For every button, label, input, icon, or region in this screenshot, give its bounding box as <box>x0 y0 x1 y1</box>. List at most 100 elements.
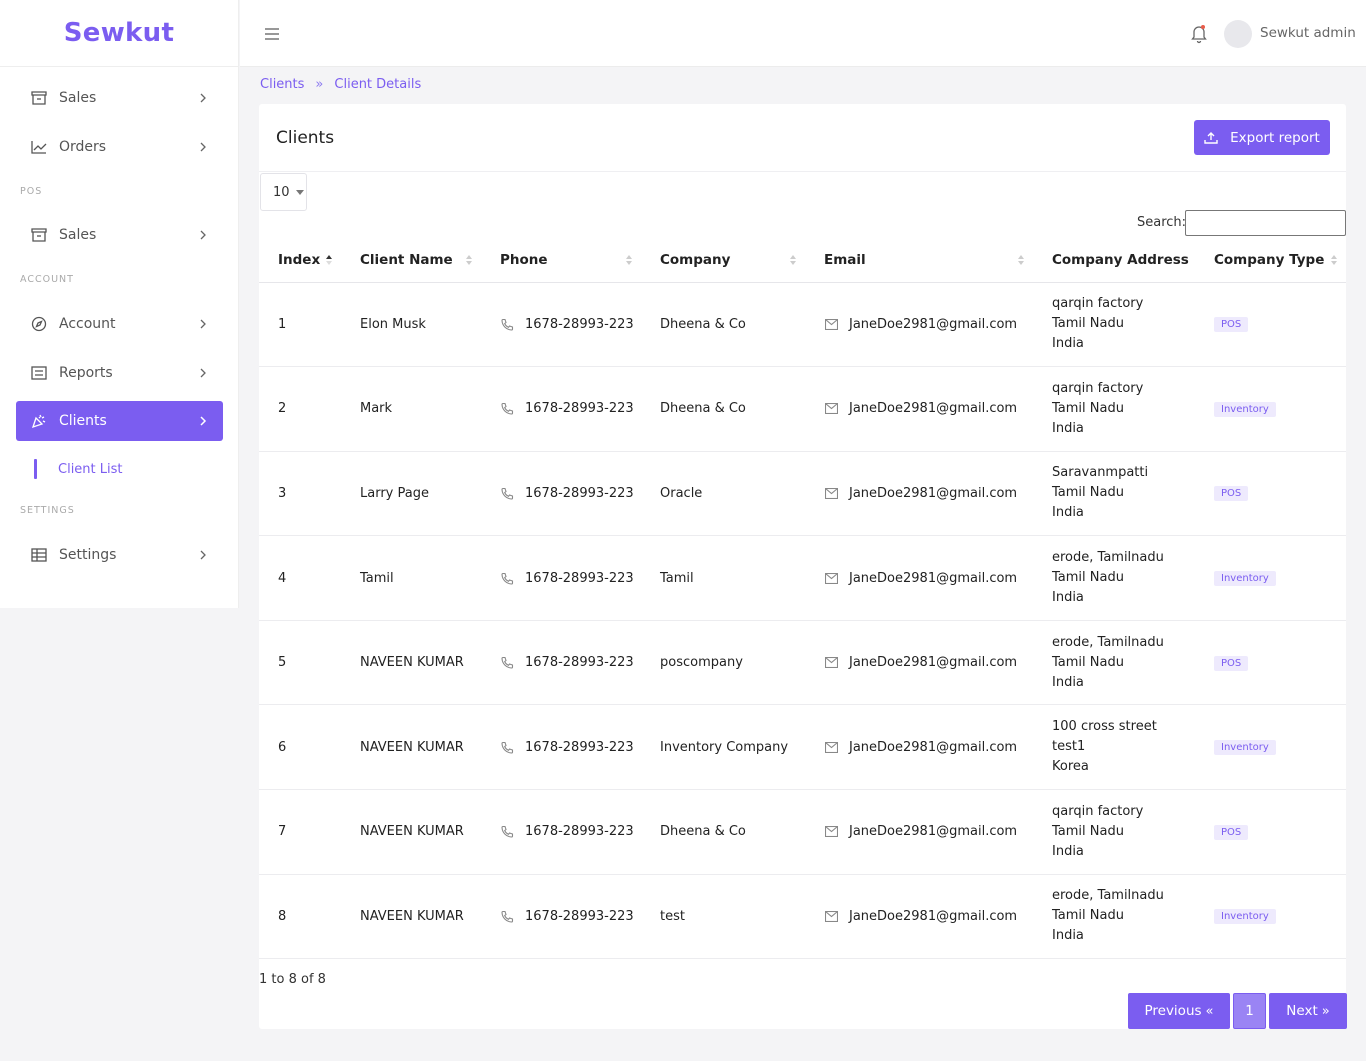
mail-icon <box>824 486 838 500</box>
cell-index: 6 <box>259 704 341 791</box>
brand-logo[interactable]: Sewkut <box>0 0 238 67</box>
table-row[interactable]: 8 NAVEEN KUMAR 1678-28993-223 test JaneD… <box>259 874 1346 960</box>
cell-email: JaneDoe2981@gmail.com <box>805 620 1033 706</box>
breadcrumb-separator-icon: » <box>315 77 324 92</box>
cell-email: JaneDoe2981@gmail.com <box>805 451 1033 537</box>
table-row[interactable]: 7 NAVEEN KUMAR 1678-28993-223 Dheena & C… <box>259 789 1346 875</box>
cell-phone: 1678-28993-223 <box>481 874 641 960</box>
sidebar-item-sales[interactable]: Sales <box>16 78 223 118</box>
column-header-client-name[interactable]: Client Name <box>341 238 481 283</box>
sidebar-item-reports[interactable]: Reports <box>16 353 223 393</box>
status-badge: POS <box>1214 317 1249 333</box>
chevron-right-icon <box>193 411 213 431</box>
previous-page-button[interactable]: Previous « <box>1128 993 1230 1029</box>
column-header-company-address[interactable]: Company Address <box>1033 238 1195 283</box>
avatar[interactable] <box>1224 20 1252 48</box>
sidebar-item-clients[interactable]: Clients <box>16 401 223 441</box>
double-chevron-right-icon: » <box>1321 1003 1330 1019</box>
table-info: 1 to 8 of 8 <box>259 972 326 987</box>
phone-icon <box>500 486 514 500</box>
sidebar-item-settings[interactable]: Settings <box>16 535 223 575</box>
breadcrumb: Clients » Client Details <box>260 77 421 92</box>
chart-line-icon <box>30 138 48 156</box>
cell-company-type: Inventory <box>1195 366 1346 452</box>
cell-company-type: POS <box>1195 620 1346 706</box>
cell-company: poscompany <box>641 620 805 706</box>
search-label: Search: <box>1137 215 1187 230</box>
double-chevron-left-icon: « <box>1205 1003 1214 1019</box>
export-report-button[interactable]: Export report <box>1194 120 1330 155</box>
phone-icon <box>500 656 514 670</box>
section-label-settings: SETTINGS <box>20 505 75 516</box>
sort-icon <box>626 255 632 265</box>
phone-icon <box>500 909 514 923</box>
cell-company: Oracle <box>641 451 805 537</box>
search-input[interactable] <box>1185 210 1346 236</box>
sidebar-subitem-client-list[interactable]: Client List <box>34 458 123 480</box>
page-1-button[interactable]: 1 <box>1233 993 1266 1029</box>
cell-phone: 1678-28993-223 <box>481 366 641 452</box>
menu-toggle-icon[interactable] <box>264 26 280 40</box>
compass-icon <box>30 315 48 333</box>
breadcrumb-clients[interactable]: Clients <box>260 77 304 92</box>
phone-icon <box>500 825 514 839</box>
cell-index: 1 <box>259 282 341 368</box>
cell-company-address: erode, Tamilnadu Tamil Nadu India <box>1033 620 1195 706</box>
next-page-button[interactable]: Next» <box>1269 993 1347 1029</box>
chevron-right-icon <box>193 545 213 565</box>
status-badge: Inventory <box>1214 571 1276 587</box>
table-row[interactable]: 6 NAVEEN KUMAR 1678-28993-223 Inventory … <box>259 704 1346 791</box>
column-header-company[interactable]: Company <box>641 238 805 283</box>
table-row[interactable]: 1 Elon Musk 1678-28993-223 Dheena & Co J… <box>259 282 1346 368</box>
status-badge: POS <box>1214 486 1249 502</box>
cell-index: 7 <box>259 789 341 875</box>
chevron-right-icon <box>193 88 213 108</box>
cell-phone: 1678-28993-223 <box>481 789 641 875</box>
cell-email: JaneDoe2981@gmail.com <box>805 366 1033 452</box>
cell-company-type: Inventory <box>1195 704 1346 791</box>
sidebar-item-account[interactable]: Account <box>16 304 223 344</box>
cell-phone: 1678-28993-223 <box>481 704 641 791</box>
cell-company-address: qarqin factory Tamil Nadu India <box>1033 282 1195 368</box>
caret-down-icon <box>295 189 304 195</box>
cell-company: test <box>641 874 805 960</box>
section-label-account: ACCOUNT <box>20 274 74 285</box>
sort-icon <box>1331 255 1337 265</box>
breadcrumb-client-details[interactable]: Client Details <box>334 77 421 92</box>
column-header-email[interactable]: Email <box>805 238 1033 283</box>
user-name[interactable]: Sewkut admin <box>1260 25 1356 41</box>
cell-client-name: NAVEEN KUMAR <box>341 704 481 791</box>
cell-company-address: erode, Tamilnadu Tamil Nadu India <box>1033 874 1195 960</box>
cell-email: JaneDoe2981@gmail.com <box>805 874 1033 960</box>
cell-company: Inventory Company <box>641 704 805 791</box>
notification-bell-icon[interactable] <box>1188 22 1210 44</box>
page-length-select[interactable]: 10 <box>260 173 307 211</box>
cell-company-address: qarqin factory Tamil Nadu India <box>1033 366 1195 452</box>
table-row[interactable]: 3 Larry Page 1678-28993-223 Oracle JaneD… <box>259 451 1346 537</box>
table-row[interactable]: 2 Mark 1678-28993-223 Dheena & Co JaneDo… <box>259 366 1346 452</box>
store-icon <box>30 226 48 244</box>
cell-index: 2 <box>259 366 341 452</box>
cell-company: Dheena & Co <box>641 366 805 452</box>
status-badge: POS <box>1214 824 1249 840</box>
party-popper-icon <box>30 412 48 430</box>
sidebar-item-pos-sales[interactable]: Sales <box>16 215 223 255</box>
status-badge: Inventory <box>1214 740 1276 756</box>
cell-company-address: erode, Tamilnadu Tamil Nadu India <box>1033 535 1195 621</box>
table-row[interactable]: 5 NAVEEN KUMAR 1678-28993-223 poscompany… <box>259 620 1346 706</box>
sort-asc-icon <box>326 255 332 265</box>
column-header-phone[interactable]: Phone <box>481 238 641 283</box>
sidebar-item-orders[interactable]: Orders <box>16 127 223 167</box>
table-header-row: Index Client Name Phone Company Email Co… <box>259 238 1346 283</box>
cell-company-address: 100 cross street test1 Korea <box>1033 704 1195 791</box>
sort-icon <box>790 255 796 265</box>
column-header-company-type[interactable]: Company Type <box>1195 238 1346 283</box>
table-row[interactable]: 4 Tamil 1678-28993-223 Tamil JaneDoe2981… <box>259 535 1346 621</box>
cell-company: Dheena & Co <box>641 282 805 368</box>
status-badge: POS <box>1214 655 1249 671</box>
cell-company-type: POS <box>1195 789 1346 875</box>
phone-icon <box>500 740 514 754</box>
cell-index: 5 <box>259 620 341 706</box>
column-header-index[interactable]: Index <box>259 238 341 283</box>
list-box-icon <box>30 364 48 382</box>
